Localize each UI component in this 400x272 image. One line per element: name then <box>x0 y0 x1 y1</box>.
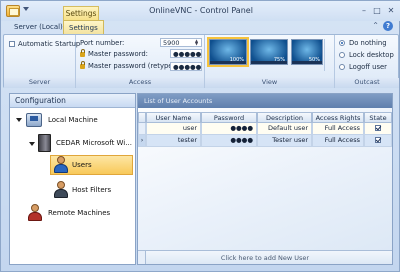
cell-password[interactable]: ●●●● <box>201 135 257 147</box>
lock-icon <box>80 60 85 69</box>
cell-description[interactable]: Tester user <box>257 135 312 147</box>
thumbnail-zoom-label: 100% <box>229 57 244 63</box>
master-password-label: Master password: <box>88 50 148 58</box>
expand-arrow-icon[interactable] <box>16 118 22 122</box>
collapse-ribbon-icon[interactable]: ⌃ <box>372 21 379 30</box>
user-accounts-title: List of User Accounts <box>138 94 392 108</box>
port-spinner-icon[interactable]: ▲ ▼ <box>195 39 201 46</box>
column-password[interactable]: Password <box>201 112 257 123</box>
tree-item-local-machine[interactable]: Local Machine <box>48 116 98 125</box>
ribbon: Automatic Startup Server Port number: 59… <box>3 34 399 88</box>
row-header-current[interactable]: › <box>138 135 146 147</box>
master-password-label-row: Master password: <box>80 48 148 59</box>
state-checkbox[interactable] <box>375 125 381 131</box>
view-group-label: View <box>205 78 334 88</box>
master-password-retype-label: Master password (retype): <box>88 62 178 70</box>
column-access-rights[interactable]: Access Rights <box>312 112 364 123</box>
cell-access-rights[interactable]: Full Access <box>312 135 364 147</box>
remote-machines-icon <box>27 204 43 222</box>
users-icon <box>53 156 69 174</box>
gallery-scroll[interactable] <box>324 39 330 71</box>
cell-state[interactable] <box>364 135 392 147</box>
radio-label: Do nothing <box>349 39 387 47</box>
master-password-input[interactable]: ●●●●● <box>170 49 202 58</box>
radio-do-nothing[interactable]: Do nothing <box>339 39 387 48</box>
row-header[interactable] <box>138 123 146 135</box>
column-user-name[interactable]: User Name <box>146 112 201 123</box>
help-icon[interactable]: ? <box>383 21 393 31</box>
tab-settings[interactable]: Settings <box>63 20 104 34</box>
expand-arrow-icon[interactable] <box>29 142 35 146</box>
cell-state[interactable] <box>364 123 392 135</box>
outcast-group-label: Outcast <box>335 78 399 88</box>
add-row-header <box>138 251 146 264</box>
main-window: Settings OnlineVNC - Control Panel – □ ✕… <box>0 0 400 272</box>
minimize-button[interactable]: – <box>359 6 369 16</box>
radio-logoff-user[interactable]: Logoff user <box>339 63 387 72</box>
tree-item-host-filters[interactable]: Host Filters <box>72 186 111 195</box>
radio-lock-desktop[interactable]: Lock desktop <box>339 51 394 60</box>
radio-icon[interactable] <box>339 52 345 58</box>
view-thumbnail-100[interactable]: 100% <box>207 37 249 67</box>
add-new-user-row[interactable]: Click here to add New User <box>138 250 392 264</box>
access-group: Port number: 5900 ▲ ▼ Master password: ●●… <box>76 35 205 88</box>
port-value: 5900 <box>163 39 180 47</box>
add-new-user-label: Click here to add New User <box>220 254 310 262</box>
maximize-button[interactable]: □ <box>372 6 382 16</box>
computer-icon <box>26 113 42 127</box>
server-icon <box>38 134 51 152</box>
cell-user-name[interactable]: tester <box>146 135 201 147</box>
automatic-startup-checkbox[interactable]: Automatic Startup <box>9 40 80 49</box>
user-accounts-panel: List of User Accounts User Name Password… <box>137 93 393 265</box>
cell-description[interactable]: Default user <box>257 123 312 135</box>
tree-item-users[interactable]: Users <box>72 161 92 170</box>
column-state[interactable]: State <box>364 112 392 123</box>
state-checkbox[interactable] <box>375 137 381 143</box>
view-group: 100% 75% 50% View <box>205 35 335 88</box>
lock-icon <box>80 48 85 57</box>
cell-password[interactable]: ●●●● <box>201 123 257 135</box>
master-password-retype-label-row: Master password (retype): <box>80 60 178 71</box>
automatic-startup-label: Automatic Startup <box>18 40 81 48</box>
radio-icon[interactable] <box>339 64 345 70</box>
ribbon-tabs: Server (Local) Settings <box>1 20 400 34</box>
master-password-retype-input[interactable]: ●●●●● <box>170 62 202 71</box>
tree-item-cedar[interactable]: CEDAR Microsoft Wi... <box>56 139 132 148</box>
tree-item-remote-machines[interactable]: Remote Machines <box>48 209 110 218</box>
cell-access-rights[interactable]: Full Access <box>312 123 364 135</box>
port-label: Port number: <box>80 39 125 47</box>
cell-user-name[interactable]: user <box>146 123 201 135</box>
radio-selected-icon[interactable] <box>339 40 345 46</box>
server-group-label: Server <box>4 78 75 88</box>
outcast-group: Do nothing Lock desktop Logoff user Outc… <box>335 35 399 88</box>
title-bar: Settings OnlineVNC - Control Panel – □ ✕ <box>1 1 400 21</box>
host-filters-icon <box>53 181 69 199</box>
thumbnail-zoom-label: 75% <box>273 57 285 63</box>
configuration-title: Configuration <box>10 94 135 108</box>
checkbox-box[interactable] <box>9 41 15 47</box>
window-title: OnlineVNC - Control Panel <box>149 6 253 15</box>
view-thumbnail-75[interactable]: 75% <box>250 39 288 65</box>
access-group-label: Access <box>76 78 204 88</box>
radio-label: Lock desktop <box>349 51 394 59</box>
column-description[interactable]: Description <box>257 112 312 123</box>
view-thumbnail-50[interactable]: 50% <box>291 39 323 65</box>
server-group: Automatic Startup Server <box>4 35 80 88</box>
port-input[interactable]: 5900 ▲ ▼ <box>160 38 202 47</box>
close-button[interactable]: ✕ <box>386 6 396 16</box>
row-header-column <box>138 112 146 123</box>
tab-server-local[interactable]: Server (Local) <box>9 20 68 34</box>
radio-label: Logoff user <box>349 63 387 71</box>
configuration-panel: Configuration Local Machine CEDAR Micros… <box>9 93 136 265</box>
thumbnail-zoom-label: 50% <box>308 57 320 63</box>
